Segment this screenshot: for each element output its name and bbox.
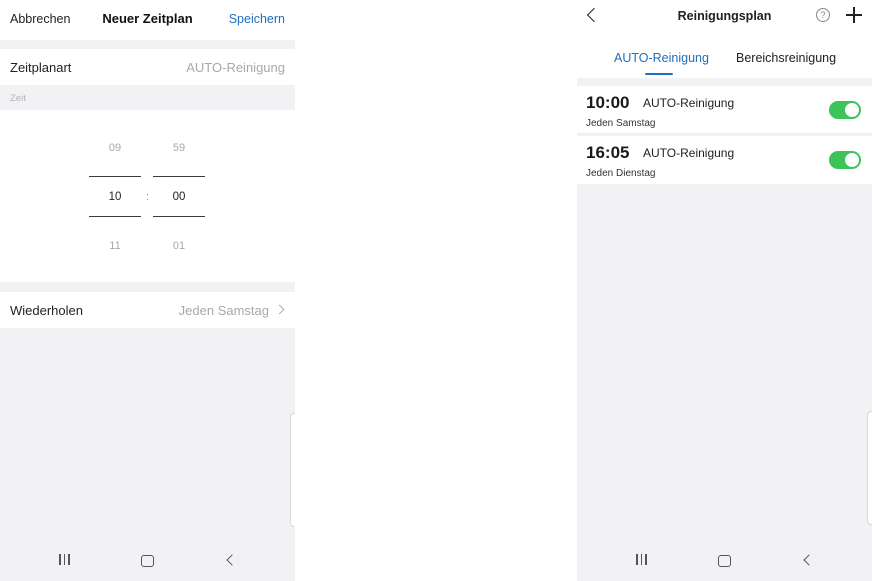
home-icon[interactable] bbox=[141, 555, 154, 567]
hour-selected: 10 bbox=[108, 191, 122, 203]
hour-wheel[interactable]: 09 10 11 bbox=[89, 110, 141, 282]
minute-wheel[interactable]: 59 00 01 bbox=[153, 110, 205, 282]
system-nav-bar bbox=[577, 541, 872, 581]
minute-selected: 00 bbox=[172, 191, 186, 203]
header-bar: Reinigungsplan ? bbox=[577, 0, 872, 40]
recent-apps-icon[interactable] bbox=[59, 554, 70, 565]
schedule-toggle[interactable] bbox=[829, 151, 861, 169]
minute-prev: 59 bbox=[172, 142, 186, 154]
schedule-item[interactable]: 16:05 AUTO-Reinigung Jeden Dienstag bbox=[577, 136, 872, 184]
repeat-label: Wiederholen bbox=[10, 303, 83, 318]
tab-auto-cleaning[interactable]: AUTO-Reinigung bbox=[614, 51, 709, 65]
edge-panel-handle[interactable] bbox=[290, 413, 295, 527]
schedule-type-row[interactable]: Zeitplanart AUTO-Reinigung bbox=[0, 49, 295, 85]
home-icon[interactable] bbox=[718, 555, 731, 567]
schedule-toggle[interactable] bbox=[829, 101, 861, 119]
schedule-repeat: Jeden Samstag bbox=[586, 118, 656, 129]
back-icon[interactable] bbox=[226, 554, 238, 566]
schedule-item[interactable]: 10:00 AUTO-Reinigung Jeden Samstag bbox=[577, 86, 872, 134]
time-section-label: Zeit bbox=[10, 93, 26, 104]
schedule-type-value: AUTO-Reinigung bbox=[186, 60, 285, 75]
minute-next: 01 bbox=[172, 240, 186, 252]
toggle-knob bbox=[845, 153, 859, 167]
schedule-time: 10:00 bbox=[586, 93, 630, 112]
cleaning-schedule-screen: Reinigungsplan ? AUTO-Reinigung Bereichs… bbox=[577, 0, 872, 581]
system-nav-bar bbox=[0, 541, 295, 581]
header-bar: Abbrechen Neuer Zeitplan Speichern bbox=[0, 0, 295, 40]
save-button[interactable]: Speichern bbox=[229, 12, 285, 26]
time-separator: : bbox=[146, 191, 150, 203]
divider bbox=[0, 282, 295, 292]
time-section-header: Zeit bbox=[0, 85, 295, 110]
minute-selection-line-bottom bbox=[153, 216, 205, 217]
back-icon[interactable] bbox=[803, 554, 815, 566]
minute-selection-line-top bbox=[153, 176, 205, 177]
divider bbox=[0, 40, 295, 49]
schedule-repeat: Jeden Dienstag bbox=[586, 168, 656, 179]
schedule-mode: AUTO-Reinigung bbox=[643, 96, 735, 110]
new-schedule-screen: Abbrechen Neuer Zeitplan Speichern Zeitp… bbox=[0, 0, 295, 581]
schedule-type-label: Zeitplanart bbox=[10, 60, 72, 75]
schedule-mode: AUTO-Reinigung bbox=[643, 146, 735, 160]
tab-area-cleaning[interactable]: Bereichsreinigung bbox=[736, 51, 836, 65]
recent-apps-icon[interactable] bbox=[636, 554, 647, 565]
repeat-value: Jeden Samstag bbox=[178, 303, 269, 318]
hour-prev: 09 bbox=[108, 142, 122, 154]
plus-icon[interactable] bbox=[846, 7, 862, 23]
divider bbox=[577, 133, 872, 134]
empty-area bbox=[0, 328, 295, 541]
chevron-right-icon bbox=[274, 304, 285, 315]
repeat-row[interactable]: Wiederholen Jeden Samstag bbox=[0, 292, 295, 328]
help-icon[interactable]: ? bbox=[816, 8, 830, 22]
active-tab-indicator bbox=[645, 73, 673, 75]
hour-selection-line-top bbox=[89, 176, 141, 177]
schedule-time: 16:05 bbox=[586, 143, 630, 162]
hour-selection-line-bottom bbox=[89, 216, 141, 217]
time-picker: 09 10 11 : 59 00 01 bbox=[0, 110, 295, 282]
edge-panel-handle[interactable] bbox=[867, 411, 872, 525]
hour-next: 11 bbox=[109, 240, 121, 252]
toggle-knob bbox=[845, 103, 859, 117]
